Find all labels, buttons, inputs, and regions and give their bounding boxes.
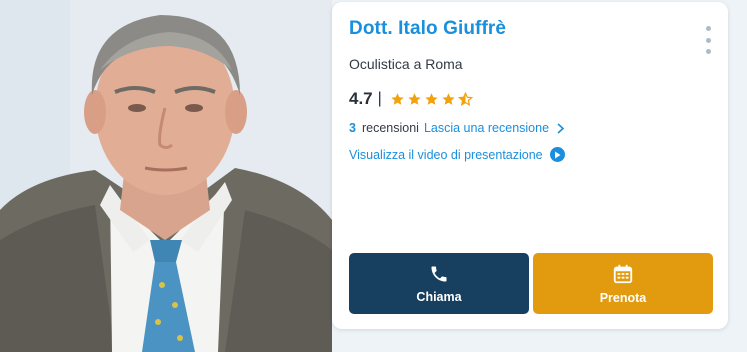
star-icon: [408, 92, 421, 105]
book-button[interactable]: Prenota: [533, 253, 713, 314]
call-button[interactable]: Chiama: [349, 253, 529, 314]
star-icon: [391, 92, 404, 105]
play-circle-icon: [549, 147, 565, 162]
star-icon: [425, 92, 438, 105]
rating-row: 4.7 |: [349, 89, 473, 109]
leave-review-link[interactable]: Lascia una recensione: [424, 121, 565, 135]
doctor-card: Dott. Italo Giuffrè Oculistica a Roma 4.…: [332, 2, 728, 329]
doctor-photo: [0, 0, 332, 352]
reviews-row: 3 recensioni Lascia una recensione: [349, 121, 565, 135]
half-star-icon: [457, 91, 473, 106]
reviews-label[interactable]: recensioni: [362, 121, 419, 135]
star-icon: [442, 92, 455, 105]
call-label: Chiama: [416, 289, 462, 304]
calendar-icon: [613, 264, 633, 283]
rating-separator: |: [377, 90, 382, 107]
reviews-count[interactable]: 3: [349, 121, 356, 135]
doctor-specialty: Oculistica a Roma: [349, 56, 463, 72]
rating-value: 4.7: [349, 89, 373, 108]
video-presentation-link[interactable]: Visualizza il video di presentazione: [349, 147, 565, 162]
video-label: Visualizza il video di presentazione: [349, 147, 543, 162]
more-vertical-icon[interactable]: [704, 26, 712, 54]
doctor-name[interactable]: Dott. Italo Giuffrè: [349, 18, 506, 40]
phone-icon: [431, 266, 447, 281]
book-label: Prenota: [599, 290, 647, 305]
chevron-right-icon: [557, 122, 565, 134]
star-rating: [390, 91, 473, 107]
leave-review-label: Lascia una recensione: [423, 121, 550, 135]
